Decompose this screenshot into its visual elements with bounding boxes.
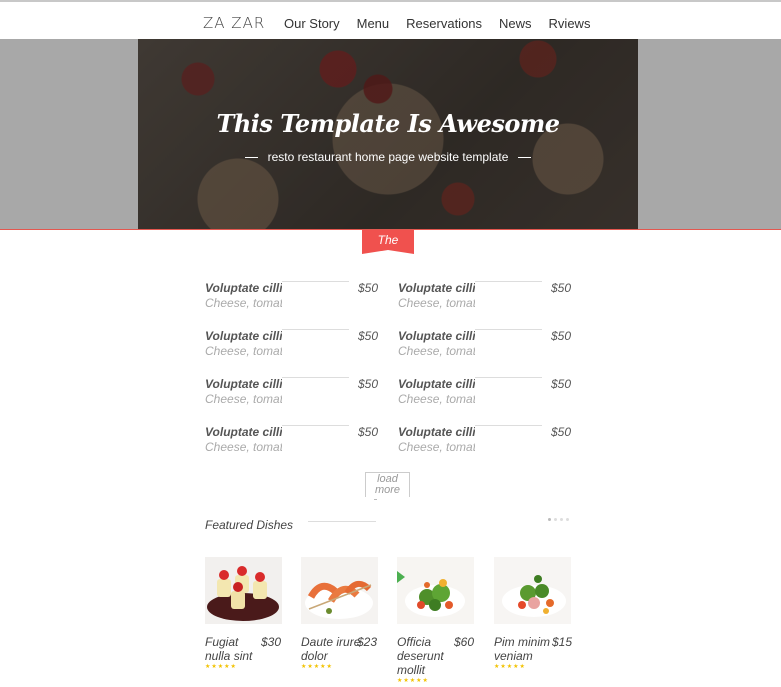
section-ribbon: The <box>362 230 414 254</box>
menu-item-price: $50 <box>357 281 378 295</box>
menu-item-divider <box>475 425 542 426</box>
menu-item-desc: Cheese, tomat <box>205 344 282 358</box>
featured-divider <box>308 521 376 522</box>
nav-item-news[interactable]: News <box>499 16 532 31</box>
nav-menu: Our Story Menu Reservations News Rviews <box>284 16 607 31</box>
menu-item-name: Voluptate cilli <box>398 329 475 343</box>
menu-item-divider <box>282 329 349 330</box>
dish-image[interactable] <box>494 557 571 624</box>
menu-item-divider <box>282 377 349 378</box>
ribbon-label: The <box>377 233 399 247</box>
load-more-indicator <box>374 499 377 500</box>
featured-title: Featured Dishes <box>205 518 294 532</box>
menu-item-desc: Cheese, tomat <box>205 440 282 454</box>
dish-image[interactable] <box>397 557 474 624</box>
menu-item-price: $50 <box>357 377 378 391</box>
menu-item-desc: Cheese, tomat <box>205 392 282 406</box>
pager-dot[interactable] <box>554 518 557 521</box>
menu-item[interactable]: Voluptate cilli $50 Cheese, tomat <box>205 377 378 411</box>
pager-dot[interactable] <box>566 518 569 521</box>
shrimp-image <box>301 557 378 624</box>
featured-dish[interactable]: Pim minim veniam $15 ★★★★★ <box>494 557 572 670</box>
salad-image <box>494 557 571 624</box>
dish-name: Officia deserunt mollit <box>397 635 444 677</box>
menu-item-name: Voluptate cilli <box>398 377 475 391</box>
dish-name: Pim minim veniam <box>494 635 550 663</box>
menu-item[interactable]: Voluptate cilli $50 Cheese, tomat <box>398 281 571 315</box>
menu-item[interactable]: Voluptate cilli $50 Cheese, tomat <box>205 329 378 363</box>
menu-item-name: Voluptate cilli <box>205 425 282 439</box>
hero-title: This Template Is Awesome <box>216 109 560 138</box>
menu-item-price: $50 <box>357 329 378 343</box>
dish-price: $60 <box>454 635 475 649</box>
menu-item[interactable]: Voluptate cilli $50 Cheese, tomat <box>205 281 378 315</box>
dish-rating: ★★★★★ <box>494 664 526 670</box>
menu-item-divider <box>282 425 349 426</box>
subtitle-dash-right <box>518 157 532 159</box>
menu-item-name: Voluptate cilli <box>398 281 475 295</box>
featured-dish[interactable]: Fugiat nulla sint $30 ★★★★★ <box>205 557 282 670</box>
menu-item-desc: Cheese, tomat <box>205 296 282 310</box>
hero-subtitle: resto restaurant home page website templ… <box>267 150 509 164</box>
top-nav: ZA ZAR Our Story Menu Reservations News … <box>0 2 781 39</box>
brand-logo[interactable]: ZA ZAR <box>203 14 265 32</box>
dish-rating: ★★★★★ <box>205 664 237 670</box>
menu-item-price: $50 <box>357 425 378 439</box>
menu-item-divider <box>282 281 349 282</box>
dish-price: $15 <box>552 635 573 649</box>
load-more-button[interactable]: load more <box>365 472 410 497</box>
dish-price: $30 <box>261 635 282 649</box>
salad-image <box>397 557 474 624</box>
menu-item[interactable]: Voluptate cilli $50 Cheese, tomat <box>398 377 571 411</box>
menu-item-price: $50 <box>550 281 571 295</box>
menu-item-divider <box>475 329 542 330</box>
dish-rating: ★★★★★ <box>301 664 333 670</box>
dish-rating: ★★★★★ <box>397 678 429 684</box>
carousel-pager <box>548 518 569 521</box>
menu-item[interactable]: Voluptate cilli $50 Cheese, tomat <box>398 329 571 363</box>
menu-item-price: $50 <box>550 329 571 343</box>
pager-dot[interactable] <box>560 518 563 521</box>
dish-image[interactable] <box>301 557 378 624</box>
featured-dish[interactable]: Daute irure dolor $23 ★★★★★ <box>301 557 378 670</box>
featured-dish[interactable]: Officia deserunt mollit $60 ★★★★★ <box>397 557 474 684</box>
nav-item-our-story[interactable]: Our Story <box>284 16 340 31</box>
menu-item-price: $50 <box>550 377 571 391</box>
menu-item-desc: Cheese, tomat <box>398 440 475 454</box>
hero-banner: This Template Is Awesome resto restauran… <box>138 39 638 229</box>
menu-item-desc: Cheese, tomat <box>398 344 475 358</box>
menu-item-name: Voluptate cilli <box>205 329 282 343</box>
menu-item-desc: Cheese, tomat <box>398 392 475 406</box>
menu-item[interactable]: Voluptate cilli $50 Cheese, tomat <box>205 425 378 459</box>
hero-subtitle-row: resto restaurant home page website templ… <box>138 150 638 164</box>
dish-name: Fugiat nulla sint <box>205 635 253 663</box>
menu-item[interactable]: Voluptate cilli $50 Cheese, tomat <box>398 425 571 459</box>
menu-item-name: Voluptate cilli <box>205 377 282 391</box>
dish-price: $23 <box>357 635 378 649</box>
dish-image[interactable] <box>205 557 282 624</box>
nav-item-reservations[interactable]: Reservations <box>406 16 482 31</box>
menu-item-price: $50 <box>550 425 571 439</box>
dish-name: Daute irure dolor <box>301 635 361 663</box>
nav-item-reviews[interactable]: Rviews <box>549 16 591 31</box>
subtitle-dash-left <box>244 157 258 159</box>
menu-item-divider <box>475 377 542 378</box>
nav-item-menu[interactable]: Menu <box>357 16 390 31</box>
dessert-image <box>205 557 282 624</box>
menu-item-divider <box>475 281 542 282</box>
menu-item-name: Voluptate cilli <box>398 425 475 439</box>
menu-item-name: Voluptate cilli <box>205 281 282 295</box>
pager-dot[interactable] <box>548 518 551 521</box>
menu-item-desc: Cheese, tomat <box>398 296 475 310</box>
